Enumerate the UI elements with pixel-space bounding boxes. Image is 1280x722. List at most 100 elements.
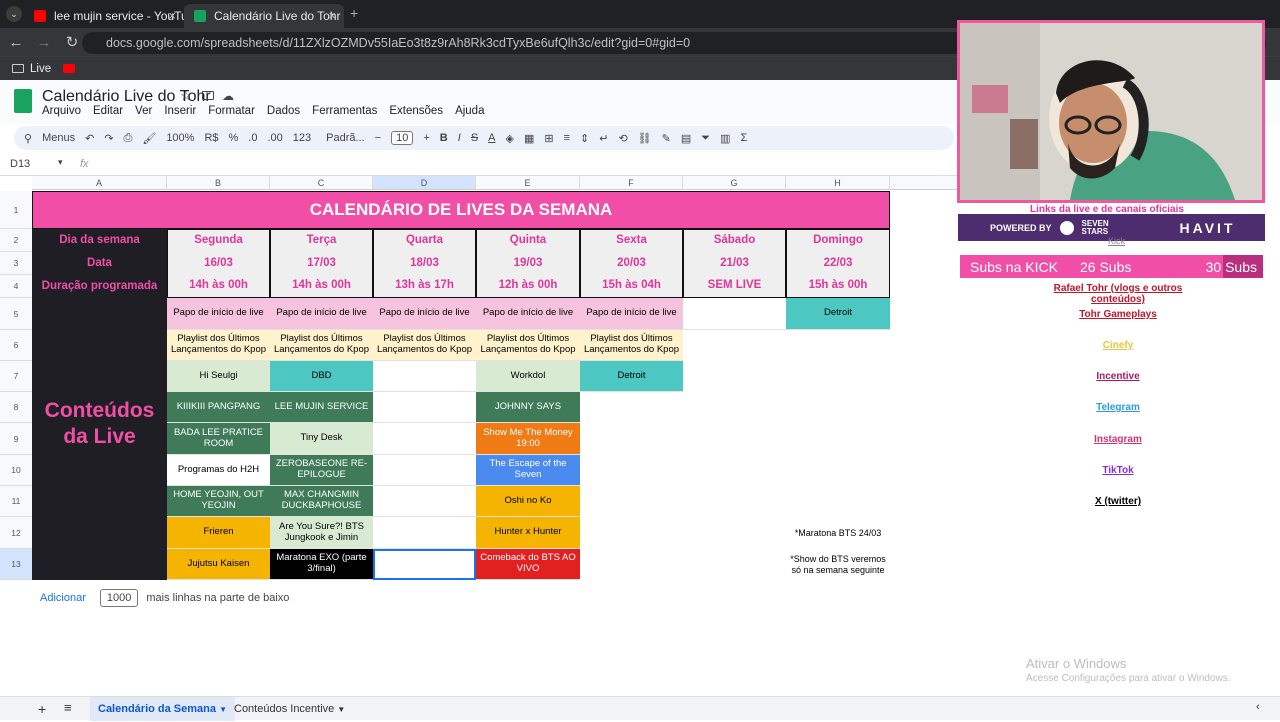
menu-editar[interactable]: Editar xyxy=(93,105,123,117)
sheet-tab-incentive[interactable]: Conteúdos Incentive ▼ xyxy=(234,697,345,721)
font-size-plus-icon[interactable]: + xyxy=(423,132,429,144)
day-name-2[interactable]: Quarta xyxy=(373,229,476,252)
bookmark-live[interactable]: Live xyxy=(30,63,51,75)
row-header-9[interactable]: 9 xyxy=(0,423,32,455)
schedule-cell-r13-0[interactable]: Jujutsu Kaisen xyxy=(167,549,270,580)
column-header-e[interactable]: E xyxy=(476,176,580,190)
filter-views-icon[interactable]: ▥ xyxy=(720,132,730,145)
menu-ver[interactable]: Ver xyxy=(135,105,152,117)
row-header-4[interactable]: 4 xyxy=(0,275,32,298)
day-date-3[interactable]: 19/03 xyxy=(476,252,580,275)
row-header-8[interactable]: 8 xyxy=(0,392,32,423)
currency-button[interactable]: R$ xyxy=(204,132,218,144)
font-size-minus-icon[interactable]: − xyxy=(375,132,381,144)
schedule-cell-r10-3[interactable]: The Escape of the Seven xyxy=(476,455,580,486)
day-name-0[interactable]: Segunda xyxy=(167,229,270,252)
column-header-g[interactable]: G xyxy=(683,176,786,190)
move-folder-icon[interactable] xyxy=(202,91,214,100)
schedule-cell-r8-0[interactable]: KIIIKIII PANGPANG xyxy=(167,392,270,423)
column-header-b[interactable]: B xyxy=(167,176,270,190)
close-icon[interactable]: × xyxy=(328,8,336,23)
add-sheet-icon[interactable]: + xyxy=(38,701,46,717)
row-header-2[interactable]: 2 xyxy=(0,229,32,252)
percent-button[interactable]: % xyxy=(229,132,239,144)
schedule-cell-r7-0[interactable]: Hi Seulgi xyxy=(167,361,270,392)
schedule-cell-r9-2[interactable] xyxy=(373,423,476,455)
link-3[interactable]: Incentive xyxy=(1038,371,1198,382)
chart-icon[interactable]: ▤ xyxy=(681,132,691,145)
schedule-cell-r9-3[interactable]: Show Me The Money 19:00 xyxy=(476,423,580,455)
wrap-icon[interactable]: ↵ xyxy=(599,132,608,145)
link-5[interactable]: Instagram xyxy=(1038,434,1198,445)
number-format-button[interactable]: 123 xyxy=(293,132,311,144)
link-4[interactable]: Telegram xyxy=(1038,402,1198,413)
functions-icon[interactable]: Σ xyxy=(740,132,747,144)
fill-color-icon[interactable]: ◈ xyxy=(506,132,514,145)
day-date-2[interactable]: 18/03 xyxy=(373,252,476,275)
row-header-1[interactable]: 1 xyxy=(0,191,32,229)
day-duration-5[interactable]: SEM LIVE xyxy=(683,275,786,298)
menu-formatar[interactable]: Formatar xyxy=(208,105,255,117)
kick-link[interactable]: Kick xyxy=(1108,236,1125,246)
row-header-5[interactable]: 5 xyxy=(0,298,32,330)
youtube-icon[interactable] xyxy=(63,64,76,73)
schedule-cell-r9-0[interactable]: BADA LEE PRATICE ROOM xyxy=(167,423,270,455)
menu-ferramentas[interactable]: Ferramentas xyxy=(312,105,377,117)
day-name-3[interactable]: Quinta xyxy=(476,229,580,252)
italic-icon[interactable]: I xyxy=(458,132,461,144)
schedule-cell-r8-3[interactable]: JOHNNY SAYS xyxy=(476,392,580,423)
day-name-5[interactable]: Sábado xyxy=(683,229,786,252)
menu-dados[interactable]: Dados xyxy=(267,105,300,117)
add-rows-button[interactable]: Adicionar xyxy=(40,592,86,604)
row-header-7[interactable]: 7 xyxy=(0,361,32,392)
schedule-cell-r5-4[interactable]: Papo de início de live xyxy=(580,298,683,330)
all-sheets-icon[interactable]: ≡ xyxy=(64,700,72,715)
day-name-4[interactable]: Sexta xyxy=(580,229,683,252)
schedule-cell-r6-0[interactable]: Playlist dos Últimos Lançamentos do Kpop xyxy=(167,330,270,361)
day-duration-6[interactable]: 15h às 00h xyxy=(786,275,890,298)
schedule-cell-r7-3[interactable]: Workdol xyxy=(476,361,580,392)
schedule-cell-r8-1[interactable]: LEE MUJIN SERVICE xyxy=(270,392,373,423)
row-header-11[interactable]: 11 xyxy=(0,486,32,517)
filter-icon[interactable]: ⏷ xyxy=(701,132,710,145)
label-date[interactable]: Data xyxy=(32,252,167,275)
schedule-cell-r11-2[interactable] xyxy=(373,486,476,517)
paint-format-icon[interactable]: 🖌 xyxy=(142,132,156,145)
close-icon[interactable]: × xyxy=(168,8,176,23)
name-box-chevron-icon[interactable]: ▾ xyxy=(58,157,63,168)
link-2[interactable]: Cinefy xyxy=(1038,340,1198,351)
link-0[interactable]: Rafael Tohr (vlogs e outros conteúdos) xyxy=(1028,283,1208,305)
day-date-0[interactable]: 16/03 xyxy=(167,252,270,275)
print-icon[interactable]: ⎙ xyxy=(124,132,133,145)
align-vertical-icon[interactable]: ⇕ xyxy=(580,132,589,145)
link-7[interactable]: X (twitter) xyxy=(1038,496,1198,507)
schedule-cell-r6-4[interactable]: Playlist dos Últimos Lançamentos do Kpop xyxy=(580,330,683,361)
column-header-f[interactable]: F xyxy=(580,176,683,190)
day-date-4[interactable]: 20/03 xyxy=(580,252,683,275)
chevron-down-icon[interactable]: ▼ xyxy=(219,705,227,714)
column-header-d[interactable]: D xyxy=(373,176,476,190)
align-horizontal-icon[interactable]: ≡ xyxy=(564,132,570,144)
column-header-a[interactable]: A xyxy=(32,176,167,190)
row-header-12[interactable]: 12 xyxy=(0,517,32,549)
forward-icon[interactable]: → xyxy=(32,34,56,51)
row-header-10[interactable]: 10 xyxy=(0,455,32,486)
row-header-13[interactable]: 13 xyxy=(0,549,32,580)
rotate-icon[interactable]: ⟲ xyxy=(618,132,627,145)
bold-icon[interactable]: B xyxy=(440,132,448,144)
day-date-5[interactable]: 21/03 xyxy=(683,252,786,275)
day-duration-1[interactable]: 14h às 00h xyxy=(270,275,373,298)
schedule-cell-r13-1[interactable]: Maratona EXO (parte 3/final) xyxy=(270,549,373,580)
day-duration-4[interactable]: 15h às 04h xyxy=(580,275,683,298)
reload-icon[interactable]: ↻ xyxy=(60,33,84,51)
label-day-of-week[interactable]: Dia da semana xyxy=(32,229,167,252)
day-date-6[interactable]: 22/03 xyxy=(786,252,890,275)
schedule-cell-r11-1[interactable]: MAX CHANGMIN DUCKBAPHOUSE xyxy=(270,486,373,517)
merge-icon[interactable]: ⊞ xyxy=(544,132,553,145)
add-rows-input[interactable]: 1000 xyxy=(99,589,139,607)
label-duration[interactable]: Duração programada xyxy=(32,275,167,298)
menu-arquivo[interactable]: Arquivo xyxy=(42,105,81,117)
schedule-cell-r13-3[interactable]: Comeback do BTS AO VIVO xyxy=(476,549,580,580)
note-bts-show[interactable]: *Show do BTS veremos só na semana seguin… xyxy=(786,549,890,580)
chevron-left-icon[interactable]: ‹ xyxy=(1256,701,1260,713)
